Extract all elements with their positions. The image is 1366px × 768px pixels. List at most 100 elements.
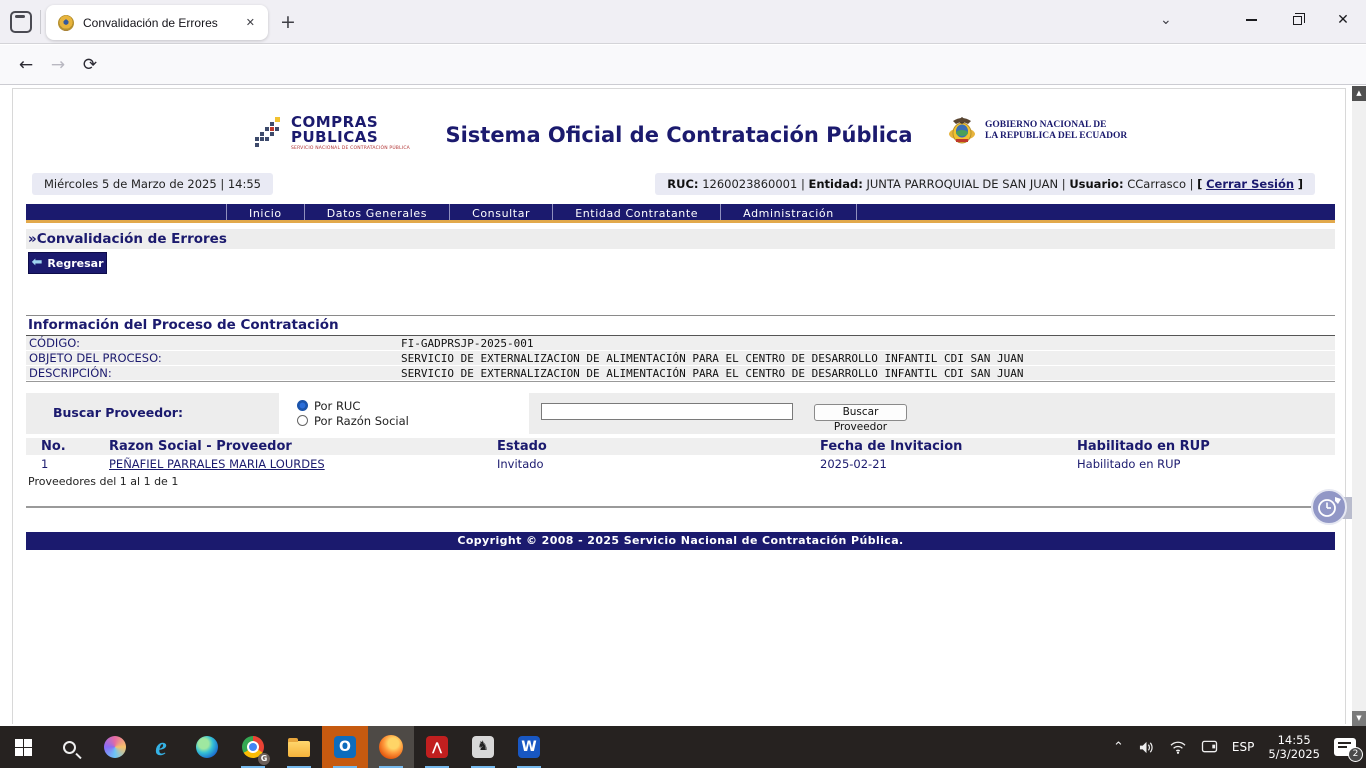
search-provider-label: Buscar Proveedor: bbox=[53, 405, 183, 420]
pagination-text: Proveedores del 1 al 1 de 1 bbox=[28, 475, 178, 488]
radio-por-ruc-label: Por RUC bbox=[314, 399, 360, 413]
search-icon[interactable] bbox=[46, 726, 92, 768]
tab-favicon-icon bbox=[58, 15, 74, 31]
provider-name-link[interactable]: PEÑAFIEL PARRALES MARIA LOURDES bbox=[109, 457, 325, 471]
display-icon[interactable] bbox=[1201, 740, 1218, 754]
tab-title: Convalidación de Errores bbox=[83, 16, 241, 30]
regresar-label: Regresar bbox=[47, 257, 103, 270]
usuario-label: Usuario: bbox=[1069, 177, 1123, 191]
logout-bracket-close: ] bbox=[1298, 177, 1303, 191]
radio-por-razon-social[interactable]: Por Razón Social bbox=[297, 413, 529, 428]
info-row-objeto: OBJETO DEL PROCESO: SERVICIO DE EXTERNAL… bbox=[26, 351, 1335, 365]
back-arrow-icon: ⬅ bbox=[32, 258, 43, 268]
info-section-title: Información del Proceso de Contratación bbox=[26, 315, 1335, 336]
firefox-view-icon[interactable] bbox=[10, 11, 32, 33]
scrollbar-up-arrow[interactable]: ▲ bbox=[1352, 86, 1366, 101]
tab-close-icon[interactable]: ✕ bbox=[241, 13, 260, 32]
internet-explorer-icon[interactable]: e bbox=[138, 726, 184, 768]
tray-date: 5/3/2025 bbox=[1268, 747, 1320, 761]
screen: Convalidación de Errores ✕ + ⌄ ✕ ← → ⟳ h… bbox=[0, 0, 1366, 768]
usuario-value: CCarrasco bbox=[1127, 177, 1186, 191]
tray-time: 14:55 bbox=[1268, 733, 1320, 747]
gov-text-1: GOBIERNO NACIONAL DE bbox=[985, 120, 1127, 131]
page-title: Sistema Oficial de Contratación Pública bbox=[13, 123, 1345, 147]
breadcrumb: »Convalidación de Errores bbox=[26, 229, 1335, 249]
floating-timer-widget[interactable] bbox=[1311, 489, 1349, 527]
copilot-icon[interactable] bbox=[92, 726, 138, 768]
info-rows: CÓDIGO: FI-GADPRSJP-2025-001 OBJETO DEL … bbox=[26, 336, 1335, 382]
col-header-habilitado-rup: Habilitado en RUP bbox=[1077, 439, 1335, 454]
entidad-label: Entidad: bbox=[809, 177, 863, 191]
regresar-button[interactable]: ⬅ Regresar bbox=[28, 252, 107, 274]
radio-por-ruc-icon[interactable] bbox=[297, 400, 308, 411]
info-row-descripcion: DESCRIPCIÓN: SERVICIO DE EXTERNALIZACION… bbox=[26, 366, 1335, 380]
descripcion-value: SERVICIO DE EXTERNALIZACION DE ALIMENTAC… bbox=[401, 367, 1024, 380]
ruc-label: RUC: bbox=[667, 177, 698, 191]
col-header-no: No. bbox=[41, 439, 109, 454]
horizontal-rule bbox=[26, 506, 1335, 508]
copyright-footer: Copyright © 2008 - 2025 Servicio Naciona… bbox=[26, 532, 1335, 550]
chrome-icon[interactable]: G bbox=[230, 726, 276, 768]
tray-clock[interactable]: 14:55 5/3/2025 bbox=[1268, 733, 1320, 761]
nav-item-inicio[interactable]: Inicio bbox=[226, 204, 305, 220]
page-scrollbar[interactable]: ▲ ▼ bbox=[1352, 86, 1366, 726]
descripcion-label: DESCRIPCIÓN: bbox=[26, 366, 401, 380]
firefox-icon[interactable] bbox=[368, 726, 414, 768]
browser-tab-bar: Convalidación de Errores ✕ + ⌄ ✕ bbox=[0, 0, 1366, 44]
notification-center-icon[interactable]: 2 bbox=[1334, 738, 1356, 756]
tray-chevron-icon[interactable]: ⌃ bbox=[1113, 740, 1124, 755]
logout-bracket-open: [ bbox=[1197, 177, 1202, 191]
word-icon[interactable]: W bbox=[506, 726, 552, 768]
new-tab-button[interactable]: + bbox=[280, 12, 296, 32]
forward-button[interactable]: → bbox=[42, 55, 74, 75]
java-app-icon[interactable]: ♞ bbox=[460, 726, 506, 768]
language-indicator[interactable]: ESP bbox=[1232, 740, 1254, 754]
col-header-fecha-invitacion: Fecha de Invitacion bbox=[820, 439, 1077, 454]
main-navbar: Inicio Datos Generales Consultar Entidad… bbox=[26, 204, 1335, 223]
nav-item-administracion[interactable]: Administración bbox=[721, 204, 857, 220]
cell-rup: Habilitado en RUP bbox=[1077, 457, 1335, 471]
objeto-label: OBJETO DEL PROCESO: bbox=[26, 351, 401, 365]
logout-link[interactable]: Cerrar Sesión bbox=[1206, 177, 1294, 191]
nav-item-datos-generales[interactable]: Datos Generales bbox=[305, 204, 450, 220]
browser-tab[interactable]: Convalidación de Errores ✕ bbox=[46, 5, 268, 40]
back-button[interactable]: ← bbox=[10, 55, 42, 75]
radio-por-razon-social-icon[interactable] bbox=[297, 415, 308, 426]
volume-icon[interactable] bbox=[1138, 740, 1155, 755]
site-header: COMPRAS PUBLICAS SERVICIO NACIONAL DE CO… bbox=[13, 89, 1345, 171]
acrobat-icon[interactable]: ⋀ bbox=[414, 726, 460, 768]
start-button[interactable] bbox=[0, 726, 46, 768]
scrollbar-down-arrow[interactable]: ▼ bbox=[1352, 711, 1366, 726]
edge-icon[interactable] bbox=[184, 726, 230, 768]
gov-text-2: LA REPUBLICA DEL ECUADOR bbox=[985, 131, 1127, 142]
codigo-value: FI-GADPRSJP-2025-001 bbox=[401, 337, 533, 350]
notification-badge: 2 bbox=[1348, 747, 1363, 762]
system-tray: ⌃ ESP 14:55 5/3/2025 2 bbox=[1113, 726, 1366, 768]
browser-toolbar: ← → ⟳ https://www.compraspublicas.gob.ec… bbox=[0, 45, 1366, 85]
window-minimize-button[interactable] bbox=[1228, 0, 1274, 40]
nav-item-consultar[interactable]: Consultar bbox=[450, 204, 553, 220]
buscar-proveedor-button[interactable]: Buscar Proveedor bbox=[814, 404, 907, 421]
gobierno-logo: GOBIERNO NACIONAL DE LA REPUBLICA DEL EC… bbox=[945, 113, 1127, 149]
window-close-button[interactable]: ✕ bbox=[1320, 0, 1366, 40]
outlook-icon[interactable]: O bbox=[322, 726, 368, 768]
results-table-header: No. Razon Social - Proveedor Estado Fech… bbox=[26, 438, 1335, 455]
wifi-icon[interactable] bbox=[1169, 740, 1187, 754]
cell-fecha: 2025-02-21 bbox=[820, 457, 1077, 471]
cell-no: 1 bbox=[41, 457, 109, 471]
search-provider-section: Buscar Proveedor: Por RUC Por Razón Soci… bbox=[26, 393, 1335, 434]
info-row-codigo: CÓDIGO: FI-GADPRSJP-2025-001 bbox=[26, 336, 1335, 350]
reload-button[interactable]: ⟳ bbox=[74, 55, 106, 75]
clock-widget-icon[interactable] bbox=[1311, 489, 1347, 525]
search-provider-input[interactable] bbox=[541, 403, 793, 420]
nav-item-entidad-contratante[interactable]: Entidad Contratante bbox=[553, 204, 721, 220]
window-restore-button[interactable] bbox=[1274, 0, 1320, 40]
radio-por-ruc[interactable]: Por RUC bbox=[297, 398, 529, 413]
page-viewport: COMPRAS PUBLICAS SERVICIO NACIONAL DE CO… bbox=[0, 86, 1366, 726]
search-radio-group: Por RUC Por Razón Social bbox=[279, 393, 529, 434]
file-explorer-icon[interactable] bbox=[276, 726, 322, 768]
user-session-chip: RUC: 1260023860001 | Entidad: JUNTA PARR… bbox=[655, 173, 1315, 195]
windows-taskbar: e G O ⋀ ♞ W ⌃ ESP 14:55 5/3/2025 2 bbox=[0, 726, 1366, 768]
tab-list-chevron-icon[interactable]: ⌄ bbox=[1160, 12, 1172, 28]
table-row: 1 PEÑAFIEL PARRALES MARIA LOURDES Invita… bbox=[26, 456, 1335, 472]
